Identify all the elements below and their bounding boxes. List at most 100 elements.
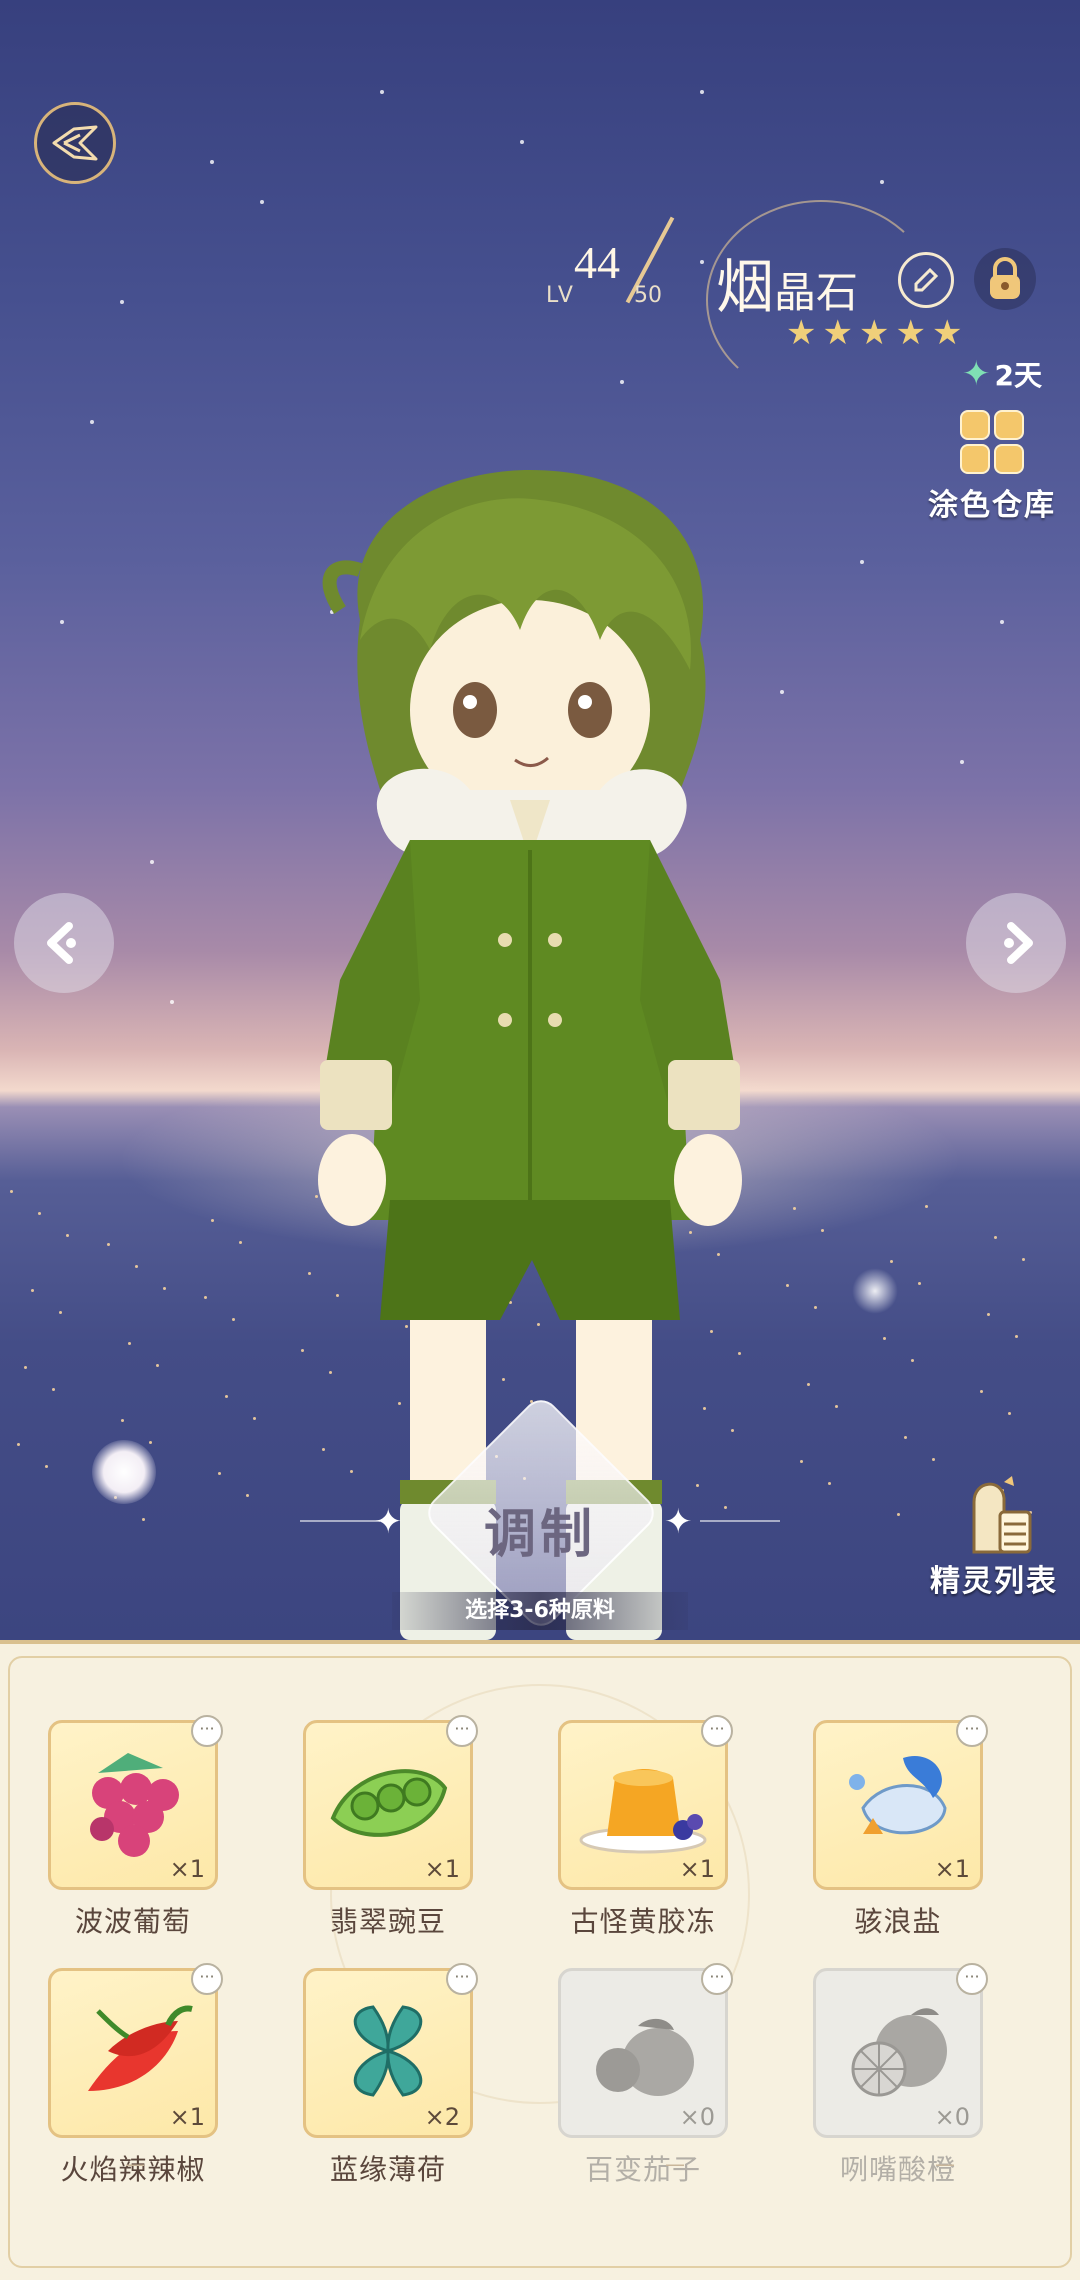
star <box>860 560 864 564</box>
ingredient-tile[interactable]: ··· ×1 <box>303 1715 478 1890</box>
city-light <box>994 1236 997 1239</box>
ingredient-count: ×1 <box>934 1855 970 1883</box>
city-light <box>904 1436 907 1439</box>
star <box>210 160 214 164</box>
grape-icon <box>68 1743 198 1867</box>
paint-storage-button[interactable]: 涂色仓库 <box>922 410 1062 524</box>
clover-icon: ✦ <box>962 354 991 394</box>
ingredient-item[interactable]: ··· ×1 骇浪盐 <box>813 1715 988 1940</box>
city-light <box>807 1383 810 1386</box>
sparkle-icon: ✦ <box>664 1502 693 1542</box>
city-light <box>253 1417 256 1420</box>
city-light <box>142 1518 145 1521</box>
more-options-icon[interactable]: ··· <box>191 1963 223 1995</box>
city-light <box>211 1219 214 1222</box>
city-light <box>163 1287 166 1290</box>
city-light <box>987 1313 990 1316</box>
mint-icon <box>323 1991 453 2115</box>
ingredient-name: 古怪黄胶冻 <box>570 1905 716 1938</box>
craft-divider-left <box>300 1520 380 1522</box>
chevron-left-icon <box>47 922 76 964</box>
more-options-icon[interactable]: ··· <box>446 1963 478 1995</box>
more-options-icon[interactable]: ··· <box>956 1963 988 1995</box>
ingredient-name: 骇浪盐 <box>854 1905 942 1938</box>
rarity-star-icon: ★ <box>822 313 853 353</box>
star <box>90 420 94 424</box>
city-light <box>45 1465 48 1468</box>
ingredient-panel: ··· ×1 波波葡萄 ··· ×1 翡翠豌豆 ··· ×1 古怪黄胶冻 ··· ×1 骇浪盐 ··· ×… <box>0 1640 1080 2280</box>
city-light <box>897 1513 900 1516</box>
rarity-star-icon: ★ <box>858 313 890 353</box>
next-character-button[interactable] <box>966 893 1066 993</box>
city-light <box>149 1441 152 1444</box>
city-light <box>890 1260 893 1263</box>
ingredient-count: ×1 <box>169 1855 205 1883</box>
city-light <box>204 1296 207 1299</box>
more-options-icon[interactable]: ··· <box>701 1715 733 1747</box>
pencil-icon <box>914 267 939 292</box>
city-light <box>835 1405 838 1408</box>
prev-character-button[interactable] <box>14 893 114 993</box>
level-max: 50 <box>634 283 662 308</box>
ingredient-tile[interactable]: ··· ×0 <box>813 1963 988 2138</box>
more-options-icon[interactable]: ··· <box>956 1715 988 1747</box>
star <box>170 1000 174 1004</box>
spirit-list-label: 精灵列表 <box>930 1564 1058 1599</box>
star <box>1000 620 1004 624</box>
rarity-star-icon: ★ <box>895 313 926 353</box>
city-light <box>1022 1258 1025 1261</box>
next-row-hint: — — — — <box>125 2152 955 2176</box>
rarity-stars: ★ ★ ★ ★ ★ <box>786 316 962 350</box>
ingredient-name: 波波葡萄 <box>74 1905 191 1938</box>
ingredient-count: ×0 <box>679 2103 715 2131</box>
ingredient-tile[interactable]: ··· ×2 <box>303 1963 478 2138</box>
back-wing-icon <box>52 125 98 161</box>
ingredient-tile[interactable]: ··· ×1 <box>48 1963 223 2138</box>
lock-icon <box>990 257 1020 299</box>
city-light <box>66 1234 69 1237</box>
lock-button[interactable] <box>974 248 1036 310</box>
ingredient-item[interactable]: ··· ×1 翡翠豌豆 <box>303 1715 478 1940</box>
city-light <box>135 1265 138 1268</box>
city-light <box>218 1472 221 1475</box>
ingredient-item[interactable]: ··· ×1 古怪黄胶冻 <box>558 1715 733 1940</box>
star <box>700 260 704 264</box>
spirit-list-icon <box>924 1470 1064 1556</box>
rename-button[interactable] <box>898 252 954 308</box>
more-options-icon[interactable]: ··· <box>191 1715 223 1747</box>
star <box>700 90 704 94</box>
ingredient-tile[interactable]: ··· ×1 <box>558 1715 733 1890</box>
star <box>960 760 964 764</box>
character-name: 烟晶石 <box>716 240 858 324</box>
rarity-star-icon: ★ <box>931 313 963 353</box>
more-options-icon[interactable]: ··· <box>446 1715 478 1747</box>
ingredient-tile[interactable]: ··· ×1 <box>48 1715 223 1890</box>
city-light <box>225 1395 228 1398</box>
ingredient-count: ×0 <box>934 2103 970 2131</box>
more-options-icon[interactable]: ··· <box>701 1963 733 1995</box>
city-light <box>911 1359 914 1362</box>
ingredient-tile[interactable]: ··· ×0 <box>558 1963 733 2138</box>
level-prefix: LV <box>546 283 575 308</box>
ingredient-tile[interactable]: ··· ×1 <box>813 1715 988 1890</box>
ingredient-name: 翡翠豌豆 <box>329 1905 446 1938</box>
ingredient-item[interactable]: ··· ×1 波波葡萄 <box>48 1715 223 1940</box>
paint-storage-label: 涂色仓库 <box>928 488 1056 523</box>
orange-icon <box>833 1991 963 2115</box>
city-light <box>24 1366 27 1369</box>
star <box>880 180 884 184</box>
salt-icon <box>833 1748 963 1862</box>
craft-button[interactable]: 调制 <box>440 1492 640 1567</box>
back-button[interactable] <box>34 102 116 184</box>
city-light <box>925 1205 928 1208</box>
star <box>60 620 64 624</box>
sparkle-icon: ✦ <box>374 1502 403 1542</box>
star <box>380 90 384 94</box>
city-light <box>1008 1412 1011 1415</box>
city-light <box>156 1364 159 1367</box>
spirit-list-button[interactable]: 精灵列表 <box>924 1470 1064 1600</box>
city-light <box>121 1419 124 1422</box>
star <box>120 300 124 304</box>
ingredient-count: ×1 <box>169 2103 205 2131</box>
star <box>780 690 784 694</box>
